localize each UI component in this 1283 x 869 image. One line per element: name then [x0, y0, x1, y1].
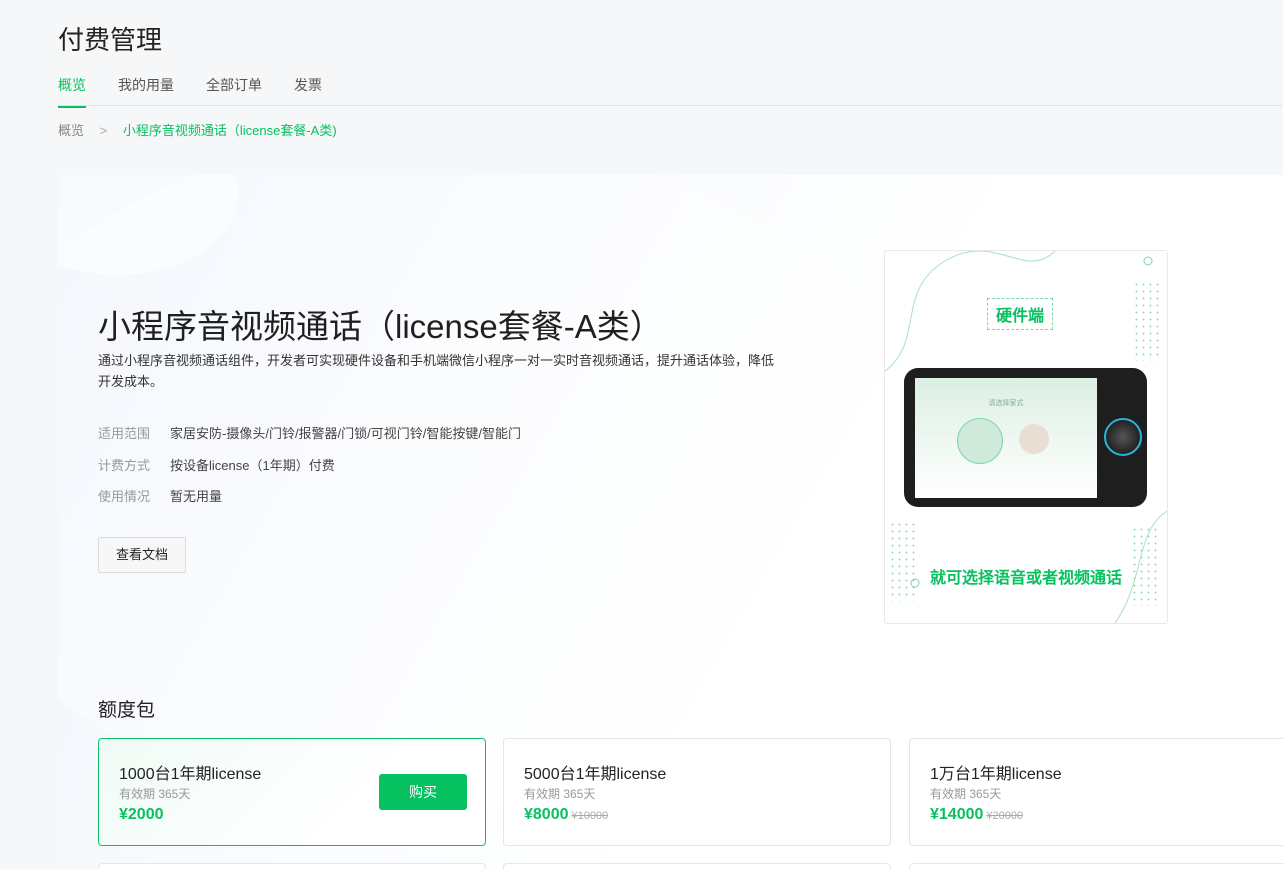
product-description: 通过小程序音视频通话组件，开发者可实现硬件设备和手机端微信小程序一对一实时音视频…	[98, 353, 775, 389]
package-validity: 有效期 365天	[524, 787, 596, 801]
chevron-right-icon: >	[99, 123, 108, 138]
promo-caption: 就可选择语音或者视频通话	[929, 570, 1122, 587]
price-current: ¥14000	[930, 806, 984, 823]
meta-key: 适用范围	[98, 426, 151, 441]
price-current: ¥8000	[524, 806, 569, 823]
meta-billing: 计费方式 按设备license（1年期）付费	[98, 455, 335, 474]
package-price: ¥8000 ¥10000	[524, 806, 608, 824]
package-name: 5000台1年期license	[524, 766, 667, 783]
quota-card[interactable]	[98, 863, 486, 869]
quota-card[interactable]: 1000台1年期license 有效期 365天 ¥2000 购买	[98, 738, 486, 846]
price-original: ¥20000	[986, 810, 1024, 822]
hardware-tag: 硬件端	[987, 298, 1054, 330]
package-price: ¥14000 ¥20000	[930, 806, 1023, 824]
device-screen: 请选择家式	[915, 378, 1097, 498]
product-panel: 小程序音视频通话（license套餐-A类） 通过小程序音视频通话组件，开发者可…	[58, 175, 1283, 869]
breadcrumb-root[interactable]: 概览	[58, 123, 84, 138]
product-title: 小程序音视频通话（license套餐-A类）	[98, 308, 663, 345]
quota-card[interactable]: 1万台1年期license 有效期 365天 ¥14000 ¥20000	[909, 738, 1283, 846]
page-title: 付费管理	[58, 25, 163, 55]
package-validity: 有效期 365天	[119, 787, 191, 801]
meta-key: 计费方式	[98, 458, 151, 473]
view-docs-button[interactable]: 查看文档	[98, 537, 186, 573]
package-price: ¥2000	[119, 806, 164, 824]
package-name: 1000台1年期license	[119, 766, 262, 783]
price-original: ¥10000	[571, 810, 609, 822]
breadcrumb-current: 小程序音视频通话（license套餐-A类)	[122, 123, 337, 138]
tab-my-usage[interactable]: 我的用量	[118, 75, 174, 107]
meta-key: 使用情况	[98, 489, 151, 504]
quota-card[interactable]	[503, 863, 891, 869]
quota-card[interactable]: 5000台1年期license 有效期 365天 ¥8000 ¥10000	[503, 738, 891, 846]
screen-text: 请选择家式	[988, 400, 1024, 407]
avatar-female-icon	[1019, 424, 1049, 454]
device-knob-icon	[1104, 418, 1142, 456]
avatar-male-icon	[957, 418, 1003, 464]
dot-pattern	[1133, 281, 1163, 361]
device-illustration: 请选择家式	[904, 368, 1147, 507]
promo-image: 硬件端 请选择家式 就可选择语音或者视频通话	[884, 250, 1168, 624]
tab-all-orders[interactable]: 全部订单	[206, 75, 262, 107]
meta-value: 家居安防-摄像头/门铃/报警器/门锁/可视门铃/智能按键/智能门	[170, 426, 522, 441]
meta-value: 按设备license（1年期）付费	[170, 458, 335, 473]
price-current: ¥2000	[119, 806, 164, 823]
breadcrumb: 概览 > 小程序音视频通话（license套餐-A类)	[58, 120, 337, 139]
buy-button[interactable]: 购买	[379, 774, 467, 810]
package-validity: 有效期 365天	[930, 787, 1002, 801]
tab-invoice[interactable]: 发票	[294, 75, 322, 107]
meta-value: 暂无用量	[170, 489, 223, 504]
tab-bar: 概览 我的用量 全部订单 发票	[58, 72, 1283, 108]
tab-overview[interactable]: 概览	[58, 75, 86, 108]
meta-usage: 使用情况 暂无用量	[98, 486, 222, 505]
package-name: 1万台1年期license	[930, 766, 1062, 783]
quota-section-title: 额度包	[98, 700, 156, 721]
meta-scope: 适用范围 家居安防-摄像头/门铃/报警器/门锁/可视门铃/智能按键/智能门	[98, 423, 521, 442]
dot-pattern	[889, 521, 919, 601]
quota-card[interactable]	[909, 863, 1283, 869]
